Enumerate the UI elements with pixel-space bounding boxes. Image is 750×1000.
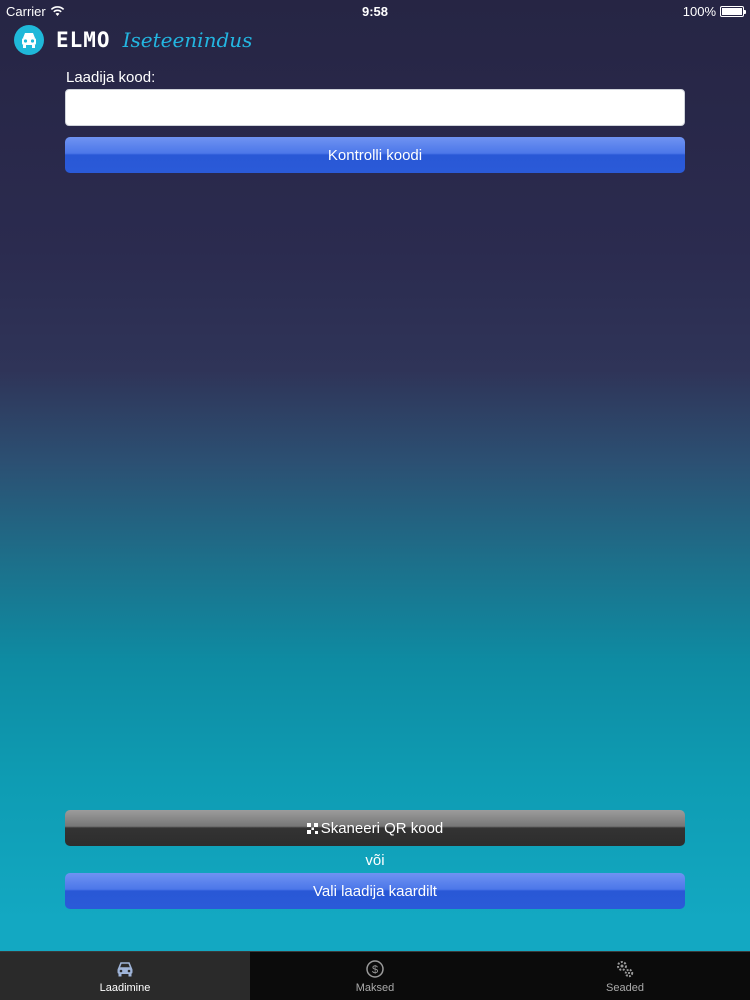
choose-from-map-button-label: Vali laadija kaardilt bbox=[313, 882, 437, 900]
scan-qr-button[interactable]: Skaneeri QR kood bbox=[65, 810, 685, 846]
gears-icon bbox=[617, 961, 634, 978]
check-code-button[interactable]: Kontrolli koodi bbox=[65, 137, 685, 173]
wifi-icon bbox=[50, 5, 64, 16]
tab-bar: Laadimine $ Maksed Seaded bbox=[0, 951, 750, 1000]
check-code-button-label: Kontrolli koodi bbox=[327, 146, 423, 164]
car-face-logo-icon bbox=[14, 25, 44, 55]
brand-subtitle: Iseteenindus bbox=[122, 28, 253, 52]
tab-laadimine[interactable]: Laadimine bbox=[0, 952, 250, 1000]
qr-code-icon bbox=[306, 822, 318, 834]
battery-percent: 100% bbox=[682, 3, 716, 19]
car-icon bbox=[117, 962, 133, 977]
charger-code-input[interactable] bbox=[65, 89, 685, 126]
tab-seaded-label: Seaded bbox=[606, 982, 644, 994]
app-header: ELMO Iseteenindus bbox=[14, 25, 252, 55]
carrier-label: Carrier bbox=[6, 3, 46, 19]
charger-code-label: Laadija kood: bbox=[66, 69, 156, 86]
brand-name: ELMO bbox=[56, 28, 111, 52]
tab-maksed[interactable]: $ Maksed bbox=[250, 952, 500, 1000]
tab-laadimine-label: Laadimine bbox=[99, 982, 151, 994]
status-right: 100% bbox=[682, 3, 746, 19]
choose-from-map-button[interactable]: Vali laadija kaardilt bbox=[65, 873, 685, 909]
or-separator: või bbox=[365, 852, 385, 869]
svg-text:$: $ bbox=[372, 964, 378, 976]
dollar-icon: $ bbox=[366, 960, 384, 978]
tab-seaded[interactable]: Seaded bbox=[500, 952, 750, 1000]
status-time: 9:58 bbox=[361, 3, 389, 19]
scan-qr-button-label: Skaneeri QR kood bbox=[320, 819, 444, 837]
status-left: Carrier bbox=[6, 4, 65, 19]
battery-icon bbox=[720, 5, 746, 17]
status-bar: Carrier 9:58 100% bbox=[0, 0, 750, 22]
tab-maksed-label: Maksed bbox=[355, 982, 395, 994]
